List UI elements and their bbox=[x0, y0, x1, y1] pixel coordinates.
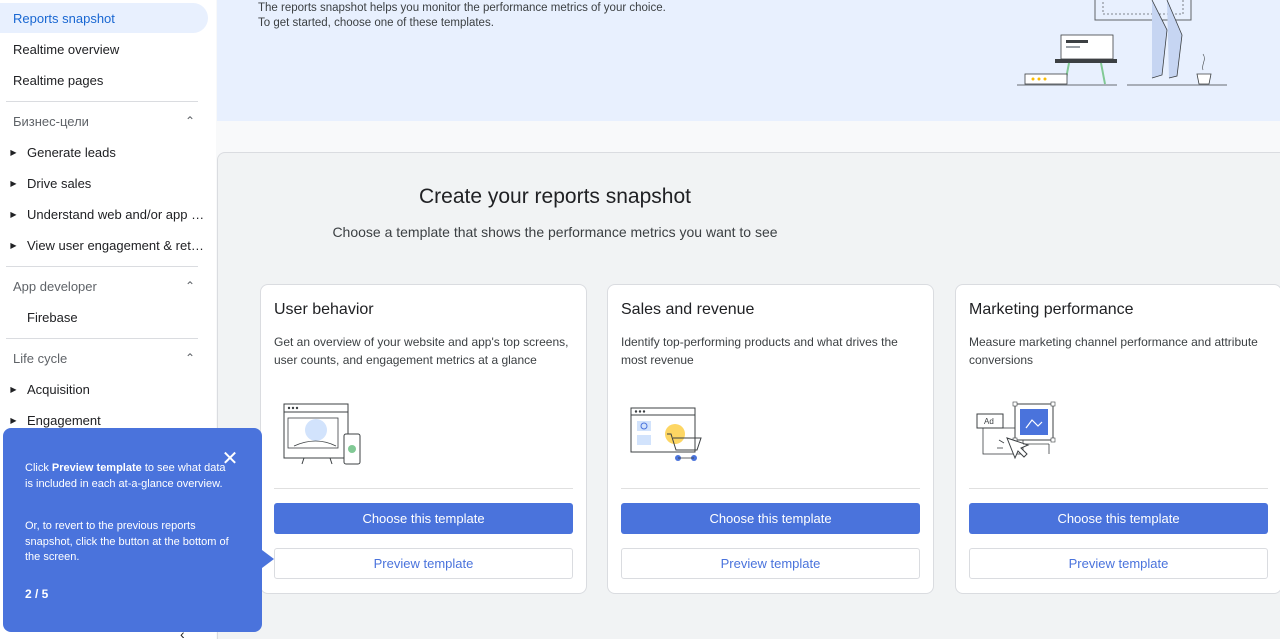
tooltip-step-counter: 2 / 5 bbox=[25, 587, 49, 601]
collapse-chevron-icon[interactable]: ‹ bbox=[180, 626, 185, 639]
preview-template-button[interactable]: Preview template bbox=[274, 548, 573, 579]
section-app-developer[interactable]: App developer ⌃ bbox=[0, 271, 205, 301]
template-card-sales-revenue: Sales and revenue Identify top-performin… bbox=[607, 284, 934, 594]
tooltip-text-bold: Preview template bbox=[51, 462, 142, 474]
nav-label: Generate leads bbox=[27, 144, 116, 160]
choose-template-button[interactable]: Choose this template bbox=[274, 503, 573, 534]
section-title: Бизнес-цели bbox=[13, 113, 89, 129]
nav-label: Reports snapshot bbox=[13, 10, 115, 26]
banner-line-2: To get started, choose one of these temp… bbox=[258, 17, 494, 29]
caret-right-icon: ▶ bbox=[10, 209, 17, 219]
section-business-goals[interactable]: Бизнес-цели ⌃ bbox=[0, 106, 205, 136]
card-title: User behavior bbox=[274, 301, 374, 318]
choose-template-button[interactable]: Choose this template bbox=[969, 503, 1268, 534]
preview-template-button[interactable]: Preview template bbox=[621, 548, 920, 579]
tooltip-text-prefix: Click bbox=[25, 462, 52, 474]
section-title: App developer bbox=[13, 278, 97, 294]
chevron-up-icon: ⌃ bbox=[184, 279, 195, 293]
page-title: Create your reports snapshot bbox=[419, 185, 691, 208]
nav-reports-snapshot[interactable]: Reports snapshot bbox=[0, 3, 208, 33]
choose-template-button[interactable]: Choose this template bbox=[621, 503, 920, 534]
nav-label: Engagement bbox=[27, 412, 101, 428]
card-divider bbox=[621, 488, 920, 489]
banner-line-1: The reports snapshot helps you monitor t… bbox=[258, 2, 666, 14]
chevron-up-icon: ⌃ bbox=[184, 114, 195, 128]
nav-acquisition[interactable]: ▶ Acquisition bbox=[0, 374, 210, 404]
onboarding-tooltip: ✕ Click Preview template to see what dat… bbox=[3, 428, 274, 632]
tooltip-text-1: Click Preview template to see what data … bbox=[25, 461, 235, 492]
caret-right-icon: ▶ bbox=[10, 415, 17, 425]
nav-label: Firebase bbox=[27, 309, 78, 325]
section-life-cycle[interactable]: Life cycle ⌃ bbox=[0, 343, 205, 373]
divider bbox=[6, 101, 198, 102]
preview-template-button[interactable]: Preview template bbox=[969, 548, 1268, 579]
section-title: Life cycle bbox=[13, 350, 68, 366]
caret-right-icon: ▶ bbox=[10, 240, 17, 250]
nav-realtime-pages[interactable]: Realtime pages bbox=[0, 65, 103, 95]
card-description: Get an overview of your website and app'… bbox=[274, 335, 569, 367]
template-card-user-behavior: User behavior Get an overview of your we… bbox=[260, 284, 587, 594]
sales-revenue-illustration bbox=[630, 407, 702, 461]
user-behavior-illustration bbox=[283, 403, 361, 465]
nav-label: Acquisition bbox=[27, 381, 90, 397]
nav-firebase[interactable]: ▶ Firebase bbox=[0, 302, 210, 332]
nav-label: Realtime overview bbox=[13, 41, 120, 57]
nav-generate-leads[interactable]: ▶ Generate leads bbox=[0, 137, 210, 167]
card-description: Measure marketing channel performance an… bbox=[969, 335, 1258, 367]
card-description: Identify top-performing products and wha… bbox=[621, 335, 898, 367]
tooltip-text-2: Or, to revert to the previous reports sn… bbox=[25, 520, 229, 563]
ad-label: Ad bbox=[984, 417, 994, 426]
card-divider bbox=[274, 488, 573, 489]
intro-banner: The reports snapshot helps you monitor t… bbox=[217, 0, 1280, 121]
chevron-up-icon: ⌃ bbox=[184, 351, 195, 365]
nav-label: Realtime pages bbox=[13, 72, 104, 88]
template-card-marketing-performance: Marketing performance Measure marketing … bbox=[955, 284, 1280, 594]
divider bbox=[6, 338, 198, 339]
marketing-performance-illustration: Ad bbox=[976, 401, 1056, 460]
page-subtitle: Choose a template that shows the perform… bbox=[332, 224, 778, 240]
card-title: Marketing performance bbox=[969, 301, 1134, 318]
caret-right-icon: ▶ bbox=[10, 384, 17, 394]
card-divider bbox=[969, 488, 1268, 489]
divider bbox=[6, 266, 198, 267]
card-title: Sales and revenue bbox=[621, 301, 755, 318]
caret-right-icon: ▶ bbox=[10, 147, 17, 157]
banner-text: The reports snapshot helps you monitor t… bbox=[258, 1, 666, 31]
banner-illustration bbox=[1017, 0, 1227, 86]
nav-realtime-overview[interactable]: Realtime overview bbox=[0, 34, 119, 64]
